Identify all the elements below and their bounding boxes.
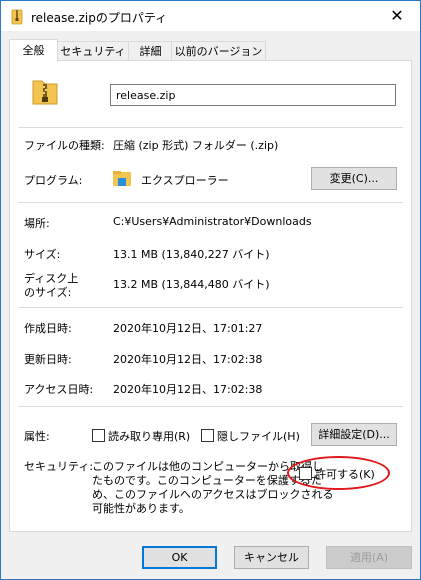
tab-strip: 全般 セキュリティ 詳細 以前のバージョン bbox=[9, 39, 412, 62]
tab-label: 以前のバージョン bbox=[174, 45, 263, 58]
tab-label: セキュリティ bbox=[60, 45, 126, 58]
file-type-value: 圧縮 (zip 形式) フォルダー (.zip) bbox=[113, 139, 279, 152]
tab-security[interactable]: セキュリティ bbox=[56, 41, 130, 61]
ok-button[interactable]: OK bbox=[142, 546, 217, 569]
program-value: エクスプローラー bbox=[141, 174, 229, 187]
button-label: 適用(A) bbox=[349, 551, 389, 564]
close-icon: ✕ bbox=[390, 6, 404, 25]
attributes-label: 属性: bbox=[24, 430, 50, 443]
location-value: C:¥Users¥Administrator¥Downloads bbox=[113, 215, 312, 228]
cancel-button[interactable]: キャンセル bbox=[234, 546, 309, 569]
close-button[interactable]: ✕ bbox=[374, 1, 420, 31]
zip-folder-icon bbox=[32, 80, 58, 105]
divider bbox=[18, 127, 403, 128]
button-label: キャンセル bbox=[244, 551, 299, 564]
disk-size-value: 13.2 MB (13,844,480 バイト) bbox=[113, 278, 270, 291]
file-name-input[interactable]: release.zip bbox=[110, 84, 396, 106]
advanced-attributes-button[interactable]: 詳細設定(D)... bbox=[311, 423, 397, 446]
size-label: サイズ: bbox=[24, 248, 61, 261]
window-title: release.zipのプロパティ bbox=[31, 11, 168, 25]
zip-folder-icon bbox=[11, 9, 23, 25]
highlight-ellipse bbox=[287, 456, 390, 490]
tab-label: 全般 bbox=[22, 44, 45, 57]
created-value: 2020年10月12日、17:01:27 bbox=[113, 322, 263, 335]
apply-button[interactable]: 適用(A) bbox=[326, 546, 412, 569]
divider bbox=[18, 406, 403, 407]
divider bbox=[18, 202, 403, 203]
accessed-label: アクセス日時: bbox=[24, 383, 94, 396]
created-label: 作成日時: bbox=[24, 322, 72, 335]
modified-label: 更新日時: bbox=[24, 353, 72, 366]
tab-previous-versions[interactable]: 以前のバージョン bbox=[171, 41, 266, 61]
security-label: セキュリティ: bbox=[24, 460, 94, 473]
security-text-line4: 可能性があります。 bbox=[92, 502, 190, 515]
hidden-checkbox[interactable] bbox=[201, 429, 214, 442]
properties-window: release.zipのプロパティ ✕ 全般 セキュリティ 詳細 以前のバージョ… bbox=[0, 0, 421, 580]
change-program-button[interactable]: 変更(C)... bbox=[311, 167, 397, 190]
button-label: OK bbox=[171, 551, 188, 564]
tab-details[interactable]: 詳細 bbox=[128, 41, 173, 61]
divider bbox=[18, 307, 403, 308]
location-label: 場所: bbox=[24, 217, 50, 230]
file-explorer-icon bbox=[113, 171, 131, 186]
size-value: 13.1 MB (13,840,227 バイト) bbox=[113, 248, 270, 261]
file-type-label: ファイルの種類: bbox=[24, 139, 105, 152]
title-bar[interactable]: release.zipのプロパティ ✕ bbox=[1, 1, 420, 31]
tab-general[interactable]: 全般 bbox=[9, 39, 58, 62]
readonly-checkbox[interactable] bbox=[92, 429, 105, 442]
program-label: プログラム: bbox=[24, 174, 83, 187]
hidden-label[interactable]: 隠しファイル(H) bbox=[217, 428, 300, 444]
readonly-label[interactable]: 読み取り専用(R) bbox=[108, 428, 190, 444]
disk-size-label-line2: のサイズ: bbox=[24, 286, 72, 299]
button-label: 変更(C)... bbox=[329, 172, 379, 185]
modified-value: 2020年10月12日、17:02:38 bbox=[113, 353, 263, 366]
tab-label: 詳細 bbox=[139, 45, 162, 58]
button-label: 詳細設定(D)... bbox=[318, 428, 390, 441]
accessed-value: 2020年10月12日、17:02:38 bbox=[113, 383, 263, 396]
